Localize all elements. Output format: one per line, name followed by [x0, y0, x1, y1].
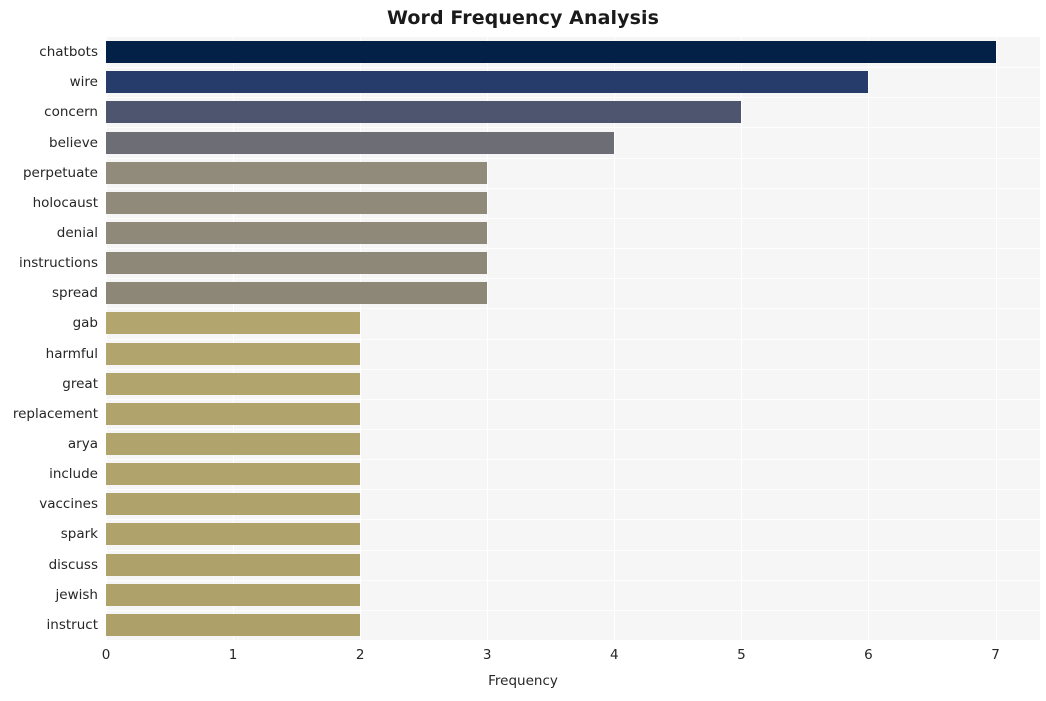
gridline-horizontal: [106, 338, 1040, 340]
y-tick-label: replacement: [12, 405, 98, 422]
bar: [106, 191, 488, 214]
y-tick-label: concern: [44, 104, 98, 121]
y-tick-label: great: [62, 375, 98, 392]
y-tick-label: denial: [56, 224, 98, 241]
x-tick-label: 7: [991, 647, 1000, 663]
bar: [106, 282, 488, 305]
gridline-horizontal: [106, 609, 1040, 611]
x-axis-title: Frequency: [488, 673, 558, 689]
gridline-horizontal: [106, 67, 1040, 69]
y-tick-label: perpetuate: [22, 164, 98, 181]
bar: [106, 583, 361, 606]
y-tick-label: gab: [72, 315, 98, 332]
y-tick-label: spark: [60, 526, 98, 543]
gridline-horizontal: [106, 489, 1040, 491]
x-tick-label: 6: [864, 647, 873, 663]
gridline-horizontal: [106, 217, 1040, 219]
gridline-horizontal: [106, 97, 1040, 99]
y-tick-label: chatbots: [39, 44, 98, 61]
bar: [106, 433, 361, 456]
x-tick-label: 3: [482, 647, 492, 663]
y-tick-label: wire: [69, 74, 98, 91]
bar: [106, 41, 996, 64]
plot-area: [106, 37, 1040, 640]
bar: [106, 493, 361, 516]
y-tick-label: arya: [67, 436, 98, 453]
bar: [106, 342, 361, 365]
gridline-horizontal: [106, 157, 1040, 159]
bar: [106, 101, 742, 124]
x-tick-label: 1: [228, 647, 238, 663]
bar: [106, 312, 361, 335]
bar: [106, 161, 488, 184]
gridline-horizontal: [106, 248, 1040, 250]
y-tick-label: vaccines: [39, 496, 98, 513]
gridline-horizontal: [106, 398, 1040, 400]
x-axis-tick-labels: 0 1 2 3 4 5 6 7: [102, 640, 1040, 670]
gridline-horizontal: [106, 579, 1040, 581]
gridline-horizontal: [106, 368, 1040, 370]
y-tick-label: include: [49, 466, 98, 483]
gridline-horizontal: [106, 428, 1040, 430]
x-tick-label: 5: [737, 647, 746, 663]
bar: [106, 613, 361, 636]
gridline-horizontal: [106, 308, 1040, 310]
gridline-horizontal: [106, 519, 1040, 521]
bar: [106, 252, 488, 275]
gridline-horizontal: [106, 127, 1040, 129]
x-tick-label: 2: [355, 647, 365, 663]
gridline-horizontal: [106, 549, 1040, 551]
y-tick-label: instruct: [46, 616, 98, 633]
gridline-horizontal: [106, 278, 1040, 280]
bar: [106, 71, 869, 94]
y-tick-label: holocaust: [32, 194, 98, 211]
bar: [106, 553, 361, 576]
bar: [106, 131, 615, 154]
gridline-horizontal: [106, 459, 1040, 461]
word-frequency-chart-figure: Word Frequency Analysis chatbots wire conc…: [0, 0, 1046, 701]
y-axis-tick-labels: chatbots wire concern believe perpetuate holo…: [0, 37, 98, 640]
y-tick-label: instructions: [18, 255, 98, 272]
bar: [106, 402, 361, 425]
y-tick-label: harmful: [45, 345, 98, 362]
y-tick-label: discuss: [48, 556, 98, 573]
bar: [106, 463, 361, 486]
y-tick-label: jewish: [55, 586, 98, 603]
bar: [106, 221, 488, 244]
bar: [106, 523, 361, 546]
x-tick-label: 4: [610, 647, 619, 663]
bar: [106, 372, 361, 395]
y-tick-label: spread: [51, 285, 98, 302]
gridline-horizontal: [106, 187, 1040, 189]
chart-title: Word Frequency Analysis: [386, 7, 660, 29]
x-tick-label: 0: [101, 647, 111, 663]
y-tick-label: believe: [49, 134, 98, 151]
